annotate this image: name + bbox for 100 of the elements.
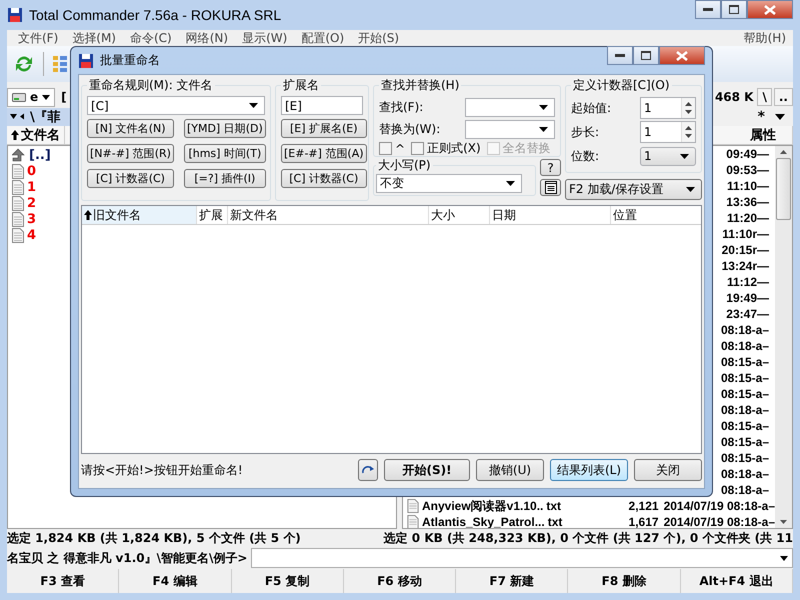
placeholder-button[interactable]: [E] 扩展名(E) (281, 119, 367, 138)
sort-arrow-icon (11, 130, 19, 140)
command-prompt: 名宝贝 之 得意非凡 v1.0』\智能更名\例子> (7, 550, 248, 566)
step-spinner[interactable]: 1 (640, 121, 696, 143)
file-name[interactable]: [..] (29, 148, 51, 162)
edit-button[interactable] (540, 179, 561, 196)
case-dropdown[interactable]: 不变 (376, 174, 522, 193)
placeholder-button[interactable]: [=?] 插件(I) (184, 169, 266, 188)
status-text: 选定 0 KB (共 248,323 KB), 0 个文件 (共 127 个), 0 个文件夹 (共 11 (384, 530, 793, 546)
minimize-button[interactable] (607, 46, 633, 65)
caret-icon (686, 187, 695, 192)
menu-item[interactable]: 命令(C) (122, 30, 179, 46)
file-name[interactable]: Anyview阅读器v1.10.. (422, 498, 544, 514)
menu-item[interactable]: 显示(W) (235, 30, 294, 46)
file-time: 09:53— (726, 163, 769, 177)
status-text: 请按<开始!>按钮开始重命名! (81, 462, 244, 478)
file-date: 2014/07/19 08:18-a– (664, 515, 775, 528)
digits-dropdown[interactable]: 1 (640, 146, 696, 166)
replace-field[interactable] (465, 120, 555, 138)
column-header[interactable]: 新文件名 (228, 206, 429, 224)
filter-label[interactable]: * (758, 109, 765, 125)
scrollbar[interactable] (775, 146, 792, 528)
file-name[interactable]: 3 (27, 212, 36, 226)
dialog-button[interactable]: 结果列表(L) (550, 459, 628, 481)
settings-dropdown[interactable]: F2 加载/保存设置 (565, 179, 702, 200)
close-button[interactable] (659, 46, 705, 65)
placeholder-button[interactable]: [hms] 时间(T) (184, 144, 266, 163)
column-header[interactable]: 属性 (734, 126, 793, 144)
floppy-icon (78, 52, 94, 68)
file-name[interactable]: 1 (27, 180, 36, 194)
maximize-button[interactable] (721, 0, 747, 19)
placeholder-button[interactable]: [E#-#] 范围(A) (281, 144, 367, 163)
column-header[interactable]: 日期 (490, 206, 611, 224)
scroll-down-icon[interactable] (780, 520, 787, 524)
root-button[interactable]: \ (757, 88, 772, 106)
file-icon (12, 196, 24, 210)
extension-field[interactable]: [E] (281, 96, 363, 115)
free-space-label: 468 K (714, 90, 754, 104)
column-header[interactable]: 旧文件名 (82, 206, 197, 224)
redo-icon (361, 465, 375, 475)
column-header[interactable]: 大小 (429, 206, 490, 224)
drive-dropdown[interactable]: e (7, 88, 56, 106)
placeholder-button[interactable]: [YMD] 日期(D) (184, 119, 266, 138)
dialog-button[interactable]: 撤销(U) (476, 459, 544, 481)
mask-field[interactable]: [C] (87, 96, 265, 115)
column-header[interactable]: 扩展 (197, 206, 228, 224)
checkbox[interactable] (411, 142, 424, 155)
file-icon (12, 228, 24, 242)
file-time: 08:15-a– (720, 451, 769, 465)
file-time: 13:36— (726, 195, 769, 209)
group-label: 大小写(P) (377, 157, 432, 174)
file-name[interactable]: 2 (27, 196, 36, 210)
field-label: 步长: (571, 124, 600, 140)
grid-icon[interactable] (52, 54, 68, 74)
placeholder-button[interactable]: [C] 计数器(C) (281, 169, 367, 188)
placeholder-button[interactable]: [N] 文件名(N) (87, 119, 174, 138)
minimize-button[interactable] (695, 0, 721, 19)
scroll-thumb[interactable] (776, 158, 791, 220)
file-name[interactable]: 4 (27, 228, 36, 242)
column-header[interactable]: 文件名 (7, 126, 65, 144)
column-header[interactable]: 位置 (611, 206, 701, 224)
menu-item[interactable]: 开始(S) (351, 30, 406, 46)
file-time: 08:18-a– (720, 323, 769, 337)
dialog-button[interactable]: 关闭 (634, 459, 702, 481)
redo-button[interactable] (358, 459, 378, 481)
field-label: 替换为(W): (379, 120, 440, 138)
file-time: 13:24r— (722, 259, 769, 273)
command-field[interactable] (251, 548, 793, 568)
file-time: 08:15-a– (720, 435, 769, 449)
placeholder-button[interactable]: [C] 计数器(C) (87, 169, 174, 188)
history-icon[interactable] (10, 113, 26, 121)
parent-button[interactable]: .. (774, 88, 793, 106)
menu-item[interactable]: 配置(O) (294, 30, 352, 46)
close-icon (676, 50, 688, 60)
maximize-button[interactable] (633, 46, 659, 65)
file-time: 11:20— (726, 211, 769, 225)
scroll-up-icon[interactable] (780, 150, 787, 154)
file-icon (12, 212, 24, 226)
menu-item[interactable]: 网络(N) (178, 30, 236, 46)
start-spinner[interactable]: 1 (640, 97, 696, 119)
menu-item[interactable]: 帮助(H) (736, 30, 793, 46)
file-time: 08:18-a– (720, 339, 769, 353)
file-name[interactable]: 0 (27, 164, 36, 178)
file-time: 11:10r— (722, 227, 769, 241)
up-folder-icon (12, 148, 26, 162)
drive-icon (12, 92, 26, 102)
group-label: 定义计数器[C](O) (572, 77, 671, 94)
search-field[interactable] (465, 98, 555, 116)
menu-item[interactable]: 选择(M) (65, 30, 123, 46)
file-time: 11:12— (726, 275, 769, 289)
start-button[interactable]: 开始(S)! (384, 459, 470, 481)
placeholder-button[interactable]: [N#-#] 范围(R) (87, 144, 174, 163)
help-button[interactable]: ? (540, 159, 561, 176)
file-extension: txt (548, 515, 562, 528)
file-time: 08:15-a– (720, 371, 769, 385)
menu-item[interactable]: 文件(F) (11, 30, 66, 46)
caret-icon[interactable] (775, 114, 785, 120)
close-button[interactable] (747, 0, 793, 19)
group-label: 查找并替换(H) (380, 77, 460, 94)
checkbox[interactable] (379, 142, 392, 155)
